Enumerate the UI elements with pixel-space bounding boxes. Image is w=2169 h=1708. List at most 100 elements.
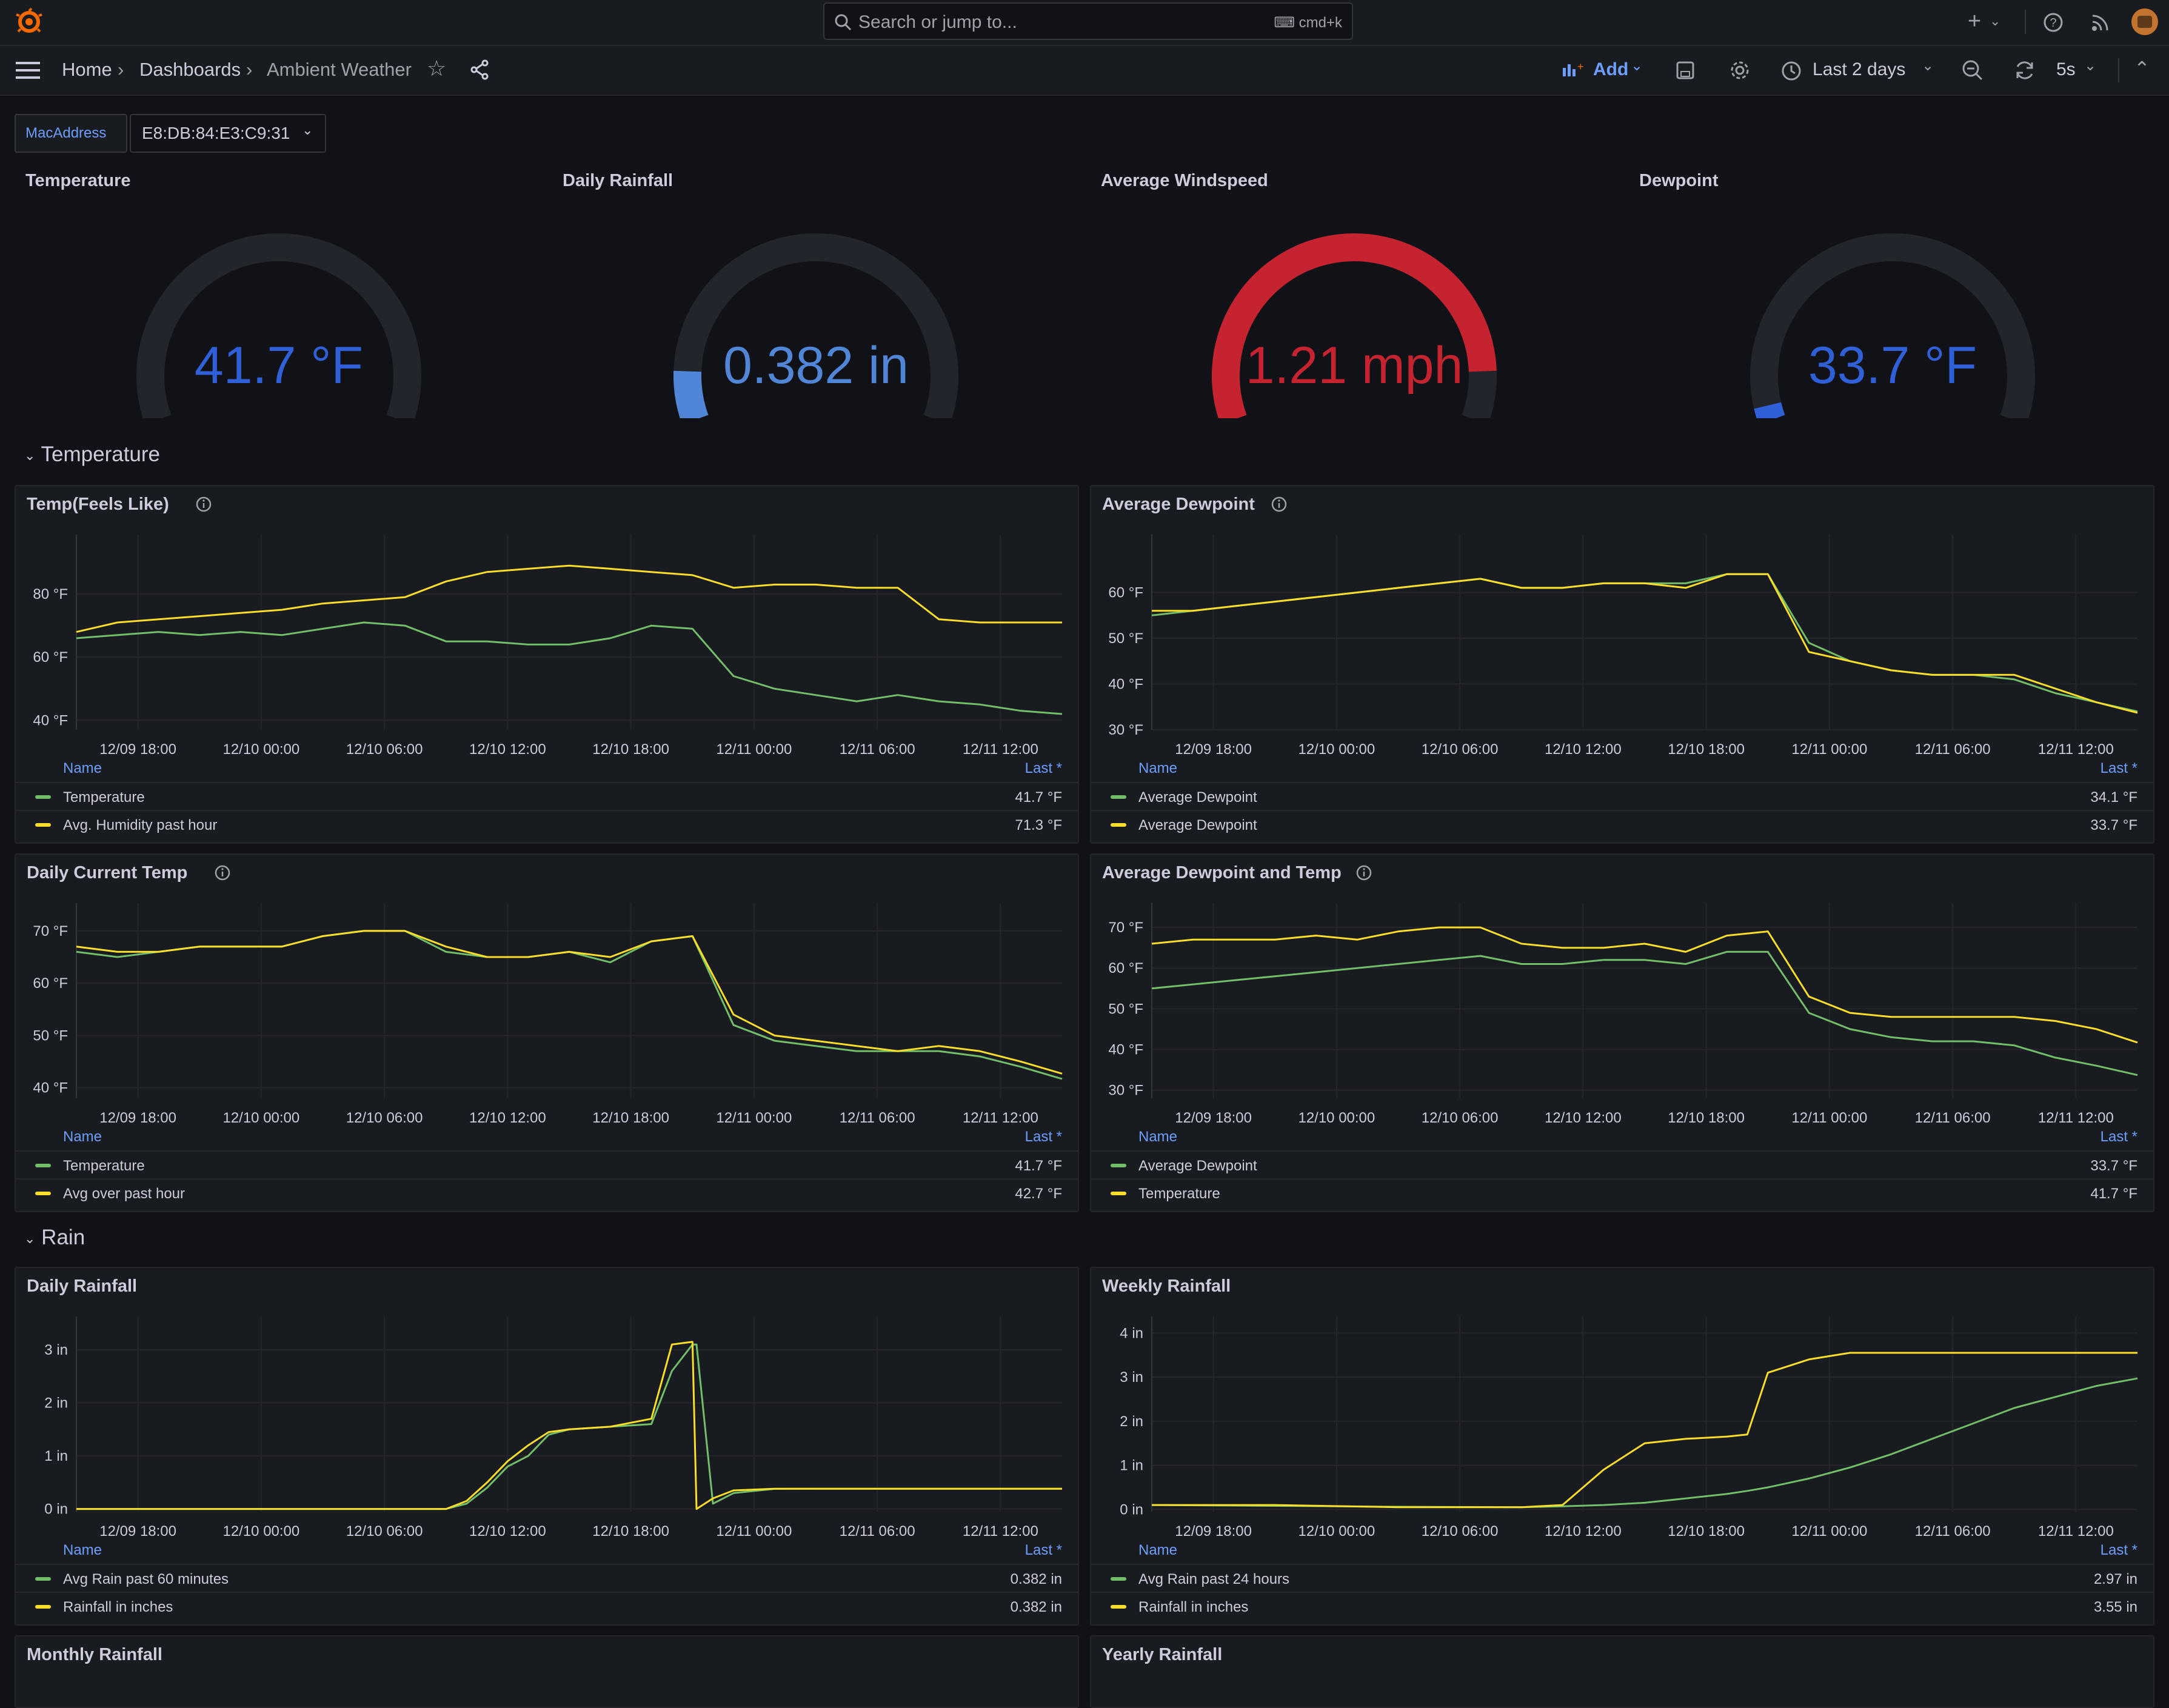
chart-svg[interactable]: 40 °F 60 °F 80 °F 12/09 18:00 12/10 00:00 12/… [16, 486, 1079, 759]
y-tick-label: 2 in [44, 1395, 68, 1412]
legend-row[interactable]: Temperature 41.7 °F [16, 782, 1078, 811]
chevron-down-icon[interactable]: ⌄ [1990, 13, 2000, 29]
y-tick-label: 0 in [1120, 1501, 1143, 1518]
x-tick-label: 12/10 06:00 [1422, 741, 1499, 758]
legend-series-last: 42.7 °F [1015, 1186, 1062, 1202]
legend-series-name: Average Dewpoint [1138, 1158, 1257, 1174]
new-plus-icon[interactable]: + [1968, 8, 1981, 35]
x-tick-label: 12/10 18:00 [1668, 741, 1745, 758]
breadcrumb-separator-icon: › [118, 59, 124, 80]
breadcrumb-current: Ambient Weather [267, 59, 412, 80]
x-tick-label: 12/11 06:00 [840, 1523, 915, 1540]
legend-table: Name Last * Temperature 41.7 °F Avg. Humidit… [16, 760, 1078, 842]
breadcrumb-home[interactable]: Home [62, 59, 112, 81]
search-icon [835, 14, 852, 31]
x-tick-label: 12/11 06:00 [1915, 1110, 1991, 1126]
avatar[interactable] [2131, 8, 2158, 35]
x-tick-label: 12/10 18:00 [592, 741, 669, 758]
x-tick-label: 12/09 18:00 [99, 741, 176, 758]
series-line [1151, 573, 2138, 713]
legend-series-name: Average Dewpoint [1138, 817, 1257, 833]
zoom-out-icon[interactable] [1962, 59, 1984, 81]
legend-row[interactable]: Temperature 41.7 °F [16, 1150, 1078, 1179]
legend-row[interactable]: Temperature 41.7 °F [1091, 1178, 2153, 1207]
legend-table: Name Last * Avg Rain past 24 hours 2.97 in R… [1091, 1542, 2153, 1624]
news-rss-icon[interactable] [2090, 12, 2111, 33]
refresh-icon[interactable] [2014, 59, 2036, 81]
x-tick-label: 12/09 18:00 [99, 1110, 176, 1126]
legend-series-name: Avg Rain past 60 minutes [63, 1571, 229, 1587]
y-tick-label: 2 in [1120, 1413, 1143, 1430]
legend-header-name[interactable]: Name [1138, 760, 1177, 777]
chart-svg[interactable]: 0 in 1 in 2 in 3 in 12/09 18:00 12/10 00:00 12… [16, 1268, 1079, 1541]
series-line [76, 1341, 1062, 1510]
x-tick-label: 12/11 06:00 [1915, 1523, 1991, 1540]
row-rain[interactable]: ⌄ Rain [24, 1226, 85, 1250]
legend-series-name: Avg over past hour [63, 1186, 185, 1202]
time-series-panel: Daily Rainfall 0 in 1 in 2 in 3 in 12/09 18:0… [15, 1267, 1079, 1626]
legend-header-name[interactable]: Name [63, 1129, 102, 1146]
gauge-value: 41.7 °F [194, 336, 364, 395]
gauge-panel: Average Windspeed 1.21 mph [1090, 164, 1617, 418]
row-temperature[interactable]: ⌄ Temperature [24, 442, 160, 467]
chart-svg[interactable]: 30 °F 40 °F 50 °F 60 °F 70 °F 12/09 18:00 12/1… [1091, 855, 2154, 1127]
legend-row[interactable]: Avg Rain past 24 hours 2.97 in [1091, 1564, 2153, 1593]
legend-swatch [1111, 1577, 1126, 1581]
legend-header-name[interactable]: Name [63, 760, 102, 777]
x-tick-label: 12/11 12:00 [963, 741, 1038, 758]
legend-header-name[interactable]: Name [1138, 1542, 1177, 1559]
legend-series-last: 0.382 in [1010, 1571, 1062, 1587]
legend-row[interactable]: Average Dewpoint 33.7 °F [1091, 810, 2153, 839]
legend-table: Name Last * Average Dewpoint 33.7 °F Tempera… [1091, 1129, 2153, 1211]
chart-svg[interactable]: 30 °F 40 °F 50 °F 60 °F 12/09 18:00 12/10 00:… [1091, 486, 2154, 759]
y-tick-label: 40 °F [33, 1080, 68, 1096]
divider [2118, 58, 2119, 82]
x-tick-label: 12/10 00:00 [1298, 1523, 1375, 1540]
time-series-panel: Yearly Rainfall [1090, 1635, 2154, 1708]
series-line [76, 930, 1063, 1080]
breadcrumb-dashboards[interactable]: Dashboards [139, 59, 241, 81]
x-tick-label: 12/10 00:00 [222, 1110, 299, 1126]
legend-header-name[interactable]: Name [1138, 1129, 1177, 1146]
legend-header-last[interactable]: Last * [2100, 760, 2137, 777]
legend-header-last[interactable]: Last * [2100, 1129, 2137, 1146]
legend-row[interactable]: Avg over past hour 42.7 °F [16, 1178, 1078, 1207]
legend-row[interactable]: Avg Rain past 60 minutes 0.382 in [16, 1564, 1078, 1593]
legend-row[interactable]: Average Dewpoint 34.1 °F [1091, 782, 2153, 811]
legend-header-last[interactable]: Last * [1025, 760, 1062, 777]
legend-header-last[interactable]: Last * [1025, 1542, 1062, 1559]
x-tick-label: 12/10 06:00 [1422, 1523, 1499, 1540]
legend-header-name[interactable]: Name [63, 1542, 102, 1559]
grafana-logo-icon[interactable] [15, 7, 44, 36]
save-icon[interactable] [1676, 61, 1695, 80]
legend-series-name: Temperature [63, 1158, 145, 1174]
y-tick-label: 70 °F [1108, 919, 1143, 936]
legend-header-last[interactable]: Last * [1025, 1129, 1062, 1146]
chart-svg[interactable]: 0 in 1 in 2 in 3 in 4 in 12/09 18:00 12/10 00:… [1091, 1268, 2154, 1541]
star-icon[interactable]: ☆ [427, 56, 446, 81]
gauge-value: 33.7 °F [1808, 336, 1977, 395]
refresh-interval-label: 5s [2056, 59, 2076, 79]
x-tick-label: 12/11 00:00 [716, 1110, 792, 1126]
legend-row[interactable]: Average Dewpoint 33.7 °F [1091, 1150, 2153, 1179]
settings-gear-icon[interactable] [1729, 59, 1751, 81]
time-series-panel: Average Dewpoint 30 °F 40 °F 50 °F 60 °F 12/0… [1090, 485, 2154, 844]
legend-row[interactable]: Avg. Humidity past hour 71.3 °F [16, 810, 1078, 839]
legend-row[interactable]: Rainfall in inches 0.382 in [16, 1592, 1078, 1621]
y-tick-label: 40 °F [1108, 676, 1143, 693]
share-icon[interactable] [469, 59, 490, 80]
x-tick-label: 12/11 00:00 [1791, 741, 1867, 758]
variable-select[interactable]: E8:DB:84:E3:C9:31 ⌄ [130, 114, 326, 153]
x-tick-label: 12/10 12:00 [469, 1110, 546, 1126]
help-icon[interactable]: ? [2043, 12, 2064, 33]
gauge-title: Average Windspeed [1101, 171, 1268, 190]
chart-svg[interactable]: 40 °F 50 °F 60 °F 70 °F 12/09 18:00 12/10 00:… [16, 855, 1079, 1127]
x-tick-label: 12/11 00:00 [716, 1523, 792, 1540]
search-input[interactable]: Search or jump to... ⌨ cmd+k [823, 2, 1353, 40]
legend-series-name: Avg. Humidity past hour [63, 817, 218, 833]
legend-row[interactable]: Rainfall in inches 3.55 in [1091, 1592, 2153, 1621]
menu-icon[interactable] [16, 61, 40, 80]
legend-header-last[interactable]: Last * [2100, 1542, 2137, 1559]
x-tick-label: 12/11 06:00 [840, 741, 915, 758]
collapse-chevron-up-icon[interactable]: ⌃ [2134, 57, 2150, 80]
